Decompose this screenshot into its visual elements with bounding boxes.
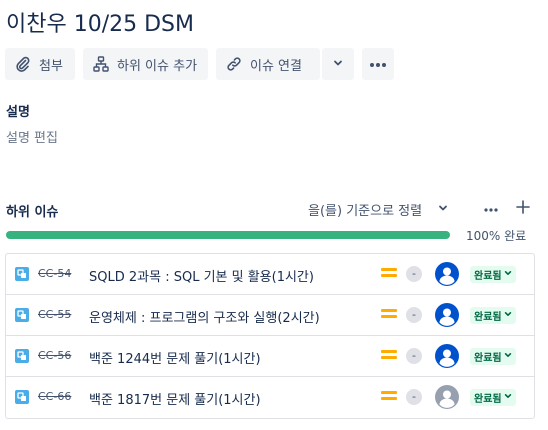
assignee-avatar[interactable]	[435, 385, 459, 409]
status-label: 완료됨	[474, 394, 502, 405]
chevron-down-icon	[504, 392, 512, 403]
issue-key-link[interactable]: CC-66	[38, 390, 71, 403]
table-row[interactable]: CC-66 백준 1817번 문제 풀기(1시간) - 완료됨	[6, 377, 534, 418]
table-row[interactable]: CC-56 백준 1244번 문제 풀기(1시간) - 완료됨	[6, 336, 534, 377]
assignee-avatar[interactable]	[435, 303, 459, 327]
chevron-down-icon	[438, 202, 448, 217]
subtask-icon	[15, 267, 29, 281]
chevron-down-icon	[504, 351, 512, 362]
more-icon	[369, 57, 387, 72]
link-issue-button[interactable]: 이슈 연결	[216, 48, 320, 80]
paperclip-icon	[13, 54, 33, 74]
child-issues-list: CC-54 SQLD 2과목 : SQL 기본 및 활용(1시간) - 완료됨 …	[5, 253, 535, 419]
priority-medium-icon	[381, 350, 397, 362]
link-icon	[224, 54, 244, 74]
estimate-badge: -	[406, 266, 422, 282]
child-issues-heading: 하위 이슈	[6, 204, 59, 220]
status-label: 완료됨	[474, 312, 502, 323]
issue-toolbar: 첨부 하위 이슈 추가 이슈 연결	[5, 48, 394, 80]
assignee-avatar[interactable]	[435, 344, 459, 368]
status-dropdown[interactable]: 완료됨	[470, 307, 516, 324]
issue-key-link[interactable]: CC-55	[38, 308, 71, 321]
chevron-down-icon	[333, 57, 343, 72]
status-label: 완료됨	[474, 353, 502, 364]
status-label: 완료됨	[474, 271, 502, 282]
subtask-icon	[15, 308, 29, 322]
assignee-avatar[interactable]	[435, 262, 459, 286]
hierarchy-icon	[91, 54, 111, 74]
description-field[interactable]: 설명 편집	[6, 127, 58, 146]
attach-button-label: 첨부	[39, 58, 63, 74]
progress-text: 100% 완료	[466, 229, 527, 243]
link-issue-dropdown-button[interactable]	[322, 48, 354, 80]
issue-key-link[interactable]: CC-56	[38, 349, 71, 362]
link-issue-label: 이슈 연결	[250, 58, 302, 74]
add-child-issue-button[interactable]: 하위 이슈 추가	[83, 48, 208, 80]
priority-medium-icon	[381, 309, 397, 321]
priority-medium-icon	[381, 268, 397, 280]
issue-summary-link[interactable]: SQLD 2과목 : SQL 기본 및 활용(1시간)	[89, 266, 314, 285]
issue-title[interactable]: 이찬우 10/25 DSM	[6, 6, 194, 38]
chevron-down-icon	[504, 269, 512, 280]
issue-summary-link[interactable]: 백준 1244번 문제 풀기(1시간)	[89, 348, 261, 367]
chevron-down-icon	[504, 310, 512, 321]
link-issue-group: 이슈 연결	[216, 48, 354, 80]
child-issues-more-button[interactable]	[484, 200, 498, 219]
status-dropdown[interactable]: 완료됨	[470, 348, 516, 365]
status-dropdown[interactable]: 완료됨	[470, 389, 516, 406]
subtask-icon	[15, 390, 29, 404]
table-row[interactable]: CC-55 운영체제 : 프로그램의 구조와 실행(2시간) - 완료됨	[6, 295, 534, 336]
progress-bar	[6, 231, 450, 239]
issue-summary-link[interactable]: 백준 1817번 문제 풀기(1시간)	[89, 389, 261, 408]
status-dropdown[interactable]: 완료됨	[470, 266, 516, 283]
estimate-badge: -	[406, 348, 422, 364]
sort-label: 을(를) 기준으로 정렬	[308, 204, 423, 219]
add-child-issue-label: 하위 이슈 추가	[117, 58, 198, 74]
child-issues-header: 하위 이슈 을(를) 기준으로 정렬	[6, 200, 536, 220]
priority-medium-icon	[381, 391, 397, 403]
issue-key-link[interactable]: CC-54	[38, 267, 71, 280]
issue-summary-link[interactable]: 운영체제 : 프로그램의 구조와 실행(2시간)	[89, 307, 320, 326]
attach-button[interactable]: 첨부	[5, 48, 75, 80]
subtask-icon	[15, 349, 29, 363]
more-actions-button[interactable]	[362, 48, 394, 80]
estimate-badge: -	[406, 307, 422, 323]
description-heading: 설명	[6, 105, 30, 120]
sort-dropdown[interactable]: 을(를) 기준으로 정렬	[308, 200, 448, 219]
add-child-issue-plus-button[interactable]	[516, 199, 530, 218]
estimate-badge: -	[406, 389, 422, 405]
table-row[interactable]: CC-54 SQLD 2과목 : SQL 기본 및 활용(1시간) - 완료됨	[6, 254, 534, 295]
